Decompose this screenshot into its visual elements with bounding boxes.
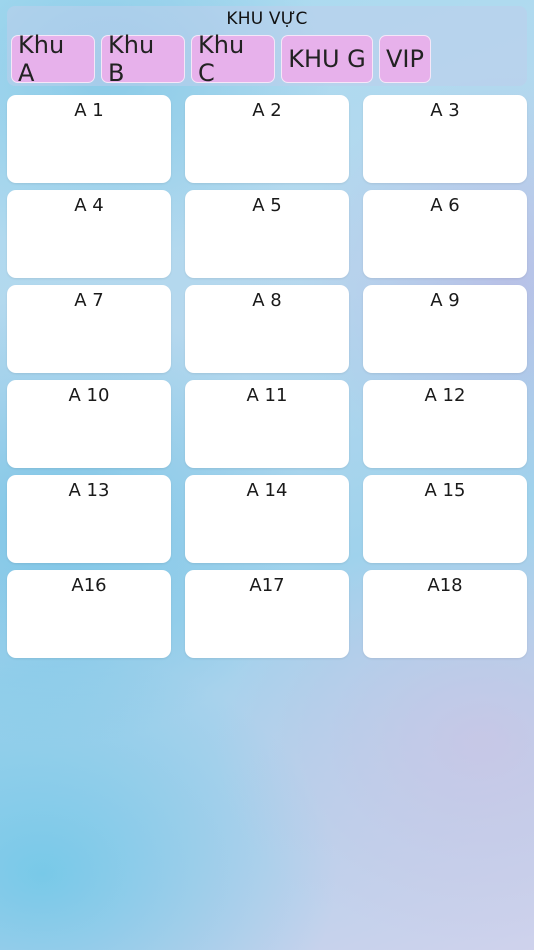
table-card[interactable]: A 14 [185, 475, 349, 563]
table-card[interactable]: A 13 [7, 475, 171, 563]
tab-khu-g[interactable]: KHU G [281, 35, 373, 83]
table-card[interactable]: A 8 [185, 285, 349, 373]
table-card[interactable]: A 9 [363, 285, 527, 373]
table-card[interactable]: A 15 [363, 475, 527, 563]
table-card[interactable]: A 1 [7, 95, 171, 183]
tab-khu-c[interactable]: Khu C [191, 31, 275, 87]
table-card[interactable]: A 7 [7, 285, 171, 373]
area-title: KHU VỰC [226, 9, 308, 29]
area-tabs: Khu A Khu B Khu C KHU G VIP [11, 31, 431, 87]
table-card[interactable]: A 12 [363, 380, 527, 468]
table-card[interactable]: A17 [185, 570, 349, 658]
table-grid: A 1 A 2 A 3 A 4 A 5 A 6 A 7 A 8 A 9 A 10… [7, 95, 527, 658]
area-header: KHU VỰC Khu A Khu B Khu C KHU G VIP [7, 6, 527, 87]
table-card[interactable]: A 11 [185, 380, 349, 468]
table-card[interactable]: A 2 [185, 95, 349, 183]
table-card[interactable]: A 10 [7, 380, 171, 468]
tab-vip[interactable]: VIP [379, 35, 431, 83]
table-card[interactable]: A 4 [7, 190, 171, 278]
tab-khu-a[interactable]: Khu A [11, 31, 95, 87]
table-card[interactable]: A18 [363, 570, 527, 658]
tab-khu-b[interactable]: Khu B [101, 31, 185, 87]
table-card[interactable]: A 5 [185, 190, 349, 278]
table-card[interactable]: A 6 [363, 190, 527, 278]
table-card[interactable]: A16 [7, 570, 171, 658]
table-card[interactable]: A 3 [363, 95, 527, 183]
